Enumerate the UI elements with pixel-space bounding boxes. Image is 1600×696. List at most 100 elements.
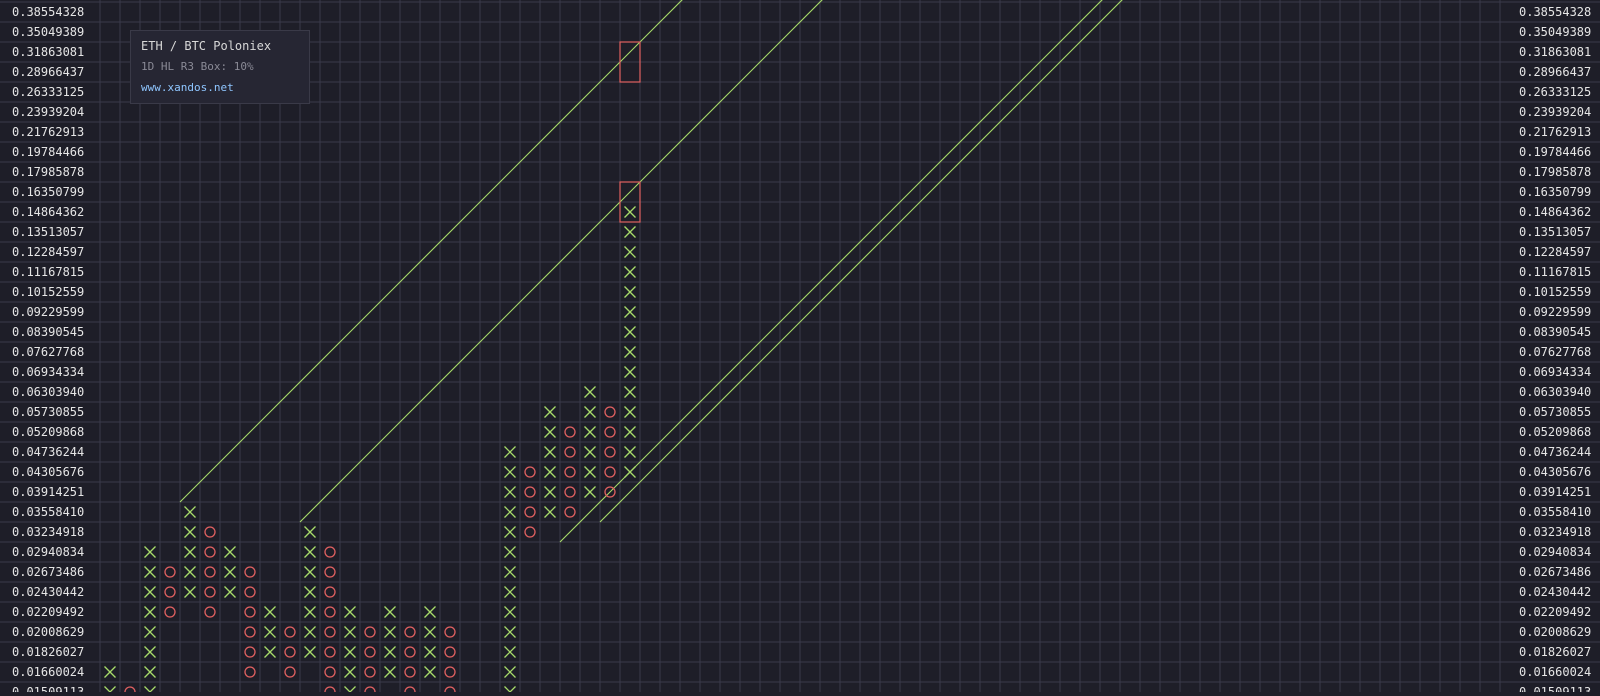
y-tick-label-right: 0.03234918 <box>1519 525 1591 539</box>
x-mark <box>624 226 636 238</box>
o-mark <box>284 666 296 678</box>
x-mark <box>144 586 156 598</box>
x-mark <box>144 646 156 658</box>
target-boxes <box>619 41 641 223</box>
y-tick-label-right: 0.38554328 <box>1519 5 1591 19</box>
x-mark <box>184 546 196 558</box>
y-tick-label-left: 0.12284597 <box>12 245 84 259</box>
x-mark <box>584 426 596 438</box>
x-mark <box>624 346 636 358</box>
o-mark <box>524 486 536 498</box>
o-mark <box>564 486 576 498</box>
y-tick-label-left: 0.38554328 <box>12 5 84 19</box>
x-mark <box>504 606 516 618</box>
y-axis-left: 0.38554328 0.35049389 0.31863081 0.28966437… <box>12 5 84 696</box>
x-mark <box>544 446 556 458</box>
y-tick-label-right: 0.02209492 <box>1519 605 1591 619</box>
o-mark <box>524 506 536 518</box>
y-tick-label-left: 0.16350799 <box>12 185 84 199</box>
y-tick-label-left: 0.01826027 <box>12 645 84 659</box>
y-tick-label-right: 0.06303940 <box>1519 385 1591 399</box>
o-mark <box>564 506 576 518</box>
y-tick-label-right: 0.28966437 <box>1519 65 1591 79</box>
x-mark <box>624 366 636 378</box>
x-mark <box>104 666 116 678</box>
y-tick-label-right: 0.06934334 <box>1519 365 1591 379</box>
o-mark <box>564 426 576 438</box>
website-link[interactable]: www.xandos.net <box>141 80 299 96</box>
x-mark <box>184 526 196 538</box>
chart-info-box: ETH / BTC Poloniex 1D HL R3 Box: 10% www… <box>130 30 310 104</box>
o-mark <box>324 546 336 558</box>
x-mark <box>504 526 516 538</box>
o-mark <box>444 686 456 696</box>
x-mark <box>424 626 436 638</box>
o-mark <box>324 566 336 578</box>
y-tick-label-left: 0.31863081 <box>12 45 84 59</box>
o-mark <box>444 666 456 678</box>
y-tick-label-left: 0.35049389 <box>12 25 84 39</box>
x-mark <box>344 686 356 696</box>
x-mark <box>304 626 316 638</box>
o-mark <box>324 686 336 696</box>
y-tick-label-left: 0.01660024 <box>12 665 84 679</box>
y-tick-label-left: 0.03234918 <box>12 525 84 539</box>
o-mark <box>364 666 376 678</box>
x-mark <box>584 446 596 458</box>
y-tick-label-right: 0.01509113 <box>1519 685 1591 692</box>
o-mark <box>204 546 216 558</box>
y-tick-label-left: 0.07627768 <box>12 345 84 359</box>
y-tick-label-right: 0.31863081 <box>1519 45 1591 59</box>
y-tick-label-right: 0.07627768 <box>1519 345 1591 359</box>
y-tick-label-right: 0.09229599 <box>1519 305 1591 319</box>
o-mark <box>164 586 176 598</box>
x-mark <box>504 466 516 478</box>
o-mark <box>244 586 256 598</box>
x-mark <box>384 646 396 658</box>
y-tick-label-right: 0.17985878 <box>1519 165 1591 179</box>
y-tick-label-right: 0.11167815 <box>1519 265 1591 279</box>
y-tick-label-left: 0.09229599 <box>12 305 84 319</box>
x-mark <box>304 526 316 538</box>
x-mark <box>544 466 556 478</box>
x-mark <box>304 586 316 598</box>
y-tick-label-right: 0.04305676 <box>1519 465 1591 479</box>
x-mark <box>144 606 156 618</box>
x-mark <box>624 466 636 478</box>
x-mark <box>504 686 516 696</box>
o-mark <box>204 566 216 578</box>
x-mark <box>184 506 196 518</box>
x-mark <box>624 386 636 398</box>
y-tick-label-left: 0.08390545 <box>12 325 84 339</box>
y-tick-label-right: 0.13513057 <box>1519 225 1591 239</box>
y-tick-label-right: 0.21762913 <box>1519 125 1591 139</box>
y-tick-label-right: 0.05730855 <box>1519 405 1591 419</box>
x-mark <box>144 546 156 558</box>
x-mark <box>624 266 636 278</box>
x-mark <box>144 666 156 678</box>
x-mark <box>624 206 636 218</box>
x-mark <box>624 426 636 438</box>
x-mark <box>624 246 636 258</box>
o-mark <box>604 406 616 418</box>
y-tick-label-left: 0.04305676 <box>12 465 84 479</box>
x-mark <box>424 646 436 658</box>
y-tick-label-left: 0.02430442 <box>12 585 84 599</box>
chart-subtitle: 1D HL R3 Box: 10% <box>141 60 254 73</box>
o-mark <box>324 626 336 638</box>
x-mark <box>264 606 276 618</box>
x-mark <box>544 506 556 518</box>
o-mark <box>524 526 536 538</box>
x-mark <box>384 666 396 678</box>
x-mark <box>104 686 116 696</box>
x-mark <box>584 466 596 478</box>
y-tick-label-left: 0.11167815 <box>12 265 84 279</box>
x-mark <box>424 666 436 678</box>
x-mark <box>504 666 516 678</box>
o-mark <box>204 526 216 538</box>
x-mark <box>624 286 636 298</box>
y-tick-label-right: 0.26333125 <box>1519 85 1591 99</box>
o-mark <box>244 646 256 658</box>
x-mark <box>504 646 516 658</box>
x-mark <box>144 686 156 696</box>
